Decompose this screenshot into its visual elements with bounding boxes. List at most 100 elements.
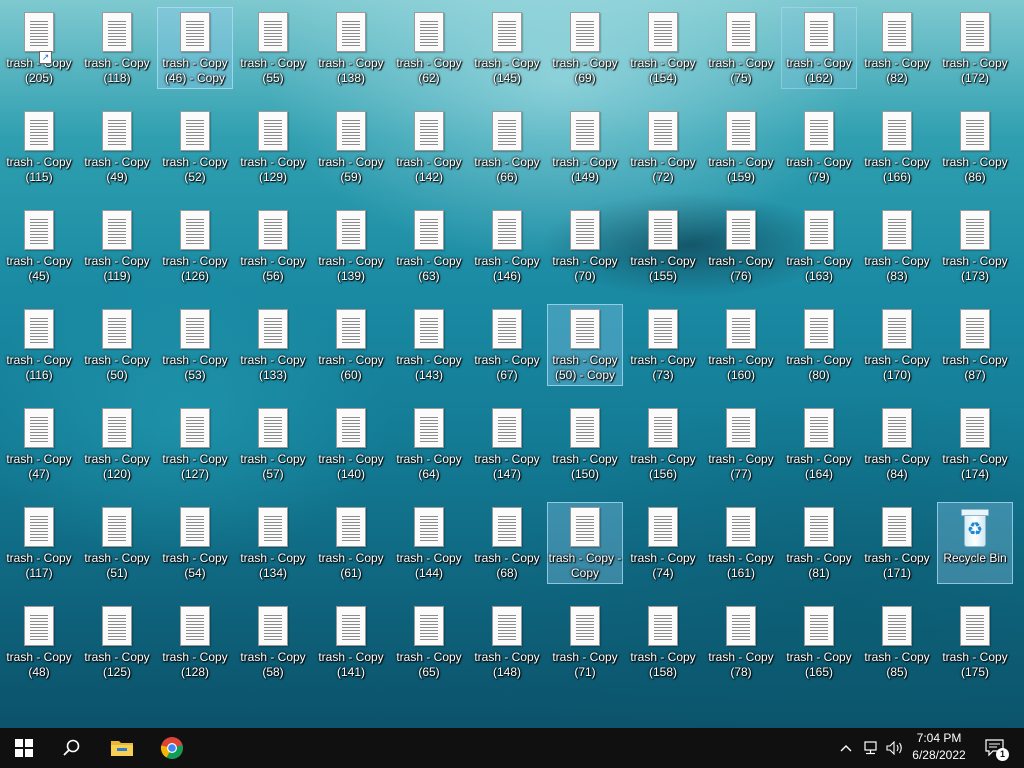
desktop-file-icon[interactable]: trash - Copy (62) bbox=[391, 7, 467, 89]
desktop-file-icon[interactable]: trash - Copy (162) bbox=[781, 7, 857, 89]
desktop-file-icon[interactable]: trash - Copy (66) bbox=[469, 106, 545, 188]
desktop-file-icon[interactable]: trash - Copy (155) bbox=[625, 205, 701, 287]
desktop-file-icon[interactable]: trash - Copy (60) bbox=[313, 304, 389, 386]
desktop-file-icon[interactable]: trash - Copy (56) bbox=[235, 205, 311, 287]
desktop-file-icon[interactable]: trash - Copy (160) bbox=[703, 304, 779, 386]
desktop-file-icon[interactable]: trash - Copy (143) bbox=[391, 304, 467, 386]
desktop-file-icon[interactable]: trash - Copy (116) bbox=[1, 304, 77, 386]
desktop-file-icon[interactable]: trash - Copy (138) bbox=[313, 7, 389, 89]
desktop-file-icon[interactable]: trash - Copy (53) bbox=[157, 304, 233, 386]
search-button[interactable] bbox=[48, 728, 96, 768]
desktop-file-icon[interactable]: trash - Copy (76) bbox=[703, 205, 779, 287]
desktop-file-icon[interactable]: trash - Copy (85) bbox=[859, 601, 935, 683]
desktop-file-icon[interactable]: trash - Copy (71) bbox=[547, 601, 623, 683]
desktop-file-icon[interactable]: trash - Copy (149) bbox=[547, 106, 623, 188]
desktop-file-icon[interactable]: trash - Copy (63) bbox=[391, 205, 467, 287]
desktop-file-icon[interactable]: trash - Copy (57) bbox=[235, 403, 311, 485]
desktop-file-icon[interactable]: trash - Copy (117) bbox=[1, 502, 77, 584]
desktop-file-icon[interactable]: trash - Copy (118) bbox=[79, 7, 155, 89]
desktop-file-icon[interactable]: trash - Copy (65) bbox=[391, 601, 467, 683]
desktop-file-icon[interactable]: trash - Copy (52) bbox=[157, 106, 233, 188]
desktop-file-icon[interactable]: trash - Copy (70) bbox=[547, 205, 623, 287]
desktop-file-icon[interactable]: trash - Copy (64) bbox=[391, 403, 467, 485]
desktop-file-icon[interactable]: trash - Copy (142) bbox=[391, 106, 467, 188]
desktop-file-icon[interactable]: trash - Copy (120) bbox=[79, 403, 155, 485]
action-center-button[interactable]: 1 bbox=[978, 728, 1012, 768]
desktop-file-icon[interactable]: trash - Copy (67) bbox=[469, 304, 545, 386]
desktop-file-icon[interactable]: ↗trash - Copy (205) bbox=[1, 7, 77, 89]
desktop-file-icon[interactable]: trash - Copy (156) bbox=[625, 403, 701, 485]
chrome-button[interactable] bbox=[148, 728, 196, 768]
desktop-file-icon[interactable]: trash - Copy (140) bbox=[313, 403, 389, 485]
desktop-file-icon[interactable]: trash - Copy (81) bbox=[781, 502, 857, 584]
desktop-file-icon[interactable]: trash - Copy (61) bbox=[313, 502, 389, 584]
file-explorer-button[interactable] bbox=[98, 728, 146, 768]
desktop-file-icon[interactable]: trash - Copy (51) bbox=[79, 502, 155, 584]
desktop-file-icon[interactable]: trash - Copy (161) bbox=[703, 502, 779, 584]
desktop-file-icon[interactable]: trash - Copy (125) bbox=[79, 601, 155, 683]
desktop-file-icon[interactable]: trash - Copy (134) bbox=[235, 502, 311, 584]
desktop-file-icon[interactable]: trash - Copy (86) bbox=[937, 106, 1013, 188]
desktop-file-icon[interactable]: trash - Copy (127) bbox=[157, 403, 233, 485]
desktop-file-icon[interactable]: trash - Copy (69) bbox=[547, 7, 623, 89]
desktop-file-icon[interactable]: trash - Copy (80) bbox=[781, 304, 857, 386]
desktop-file-icon[interactable]: trash - Copy (87) bbox=[937, 304, 1013, 386]
desktop-file-icon[interactable]: trash - Copy (45) bbox=[1, 205, 77, 287]
desktop-file-icon[interactable]: trash - Copy (50) bbox=[79, 304, 155, 386]
desktop-file-icon[interactable]: trash - Copy (47) bbox=[1, 403, 77, 485]
desktop-file-icon[interactable]: trash - Copy (75) bbox=[703, 7, 779, 89]
desktop-file-icon[interactable]: trash - Copy (49) bbox=[79, 106, 155, 188]
desktop-file-icon[interactable]: trash - Copy (158) bbox=[625, 601, 701, 683]
start-button[interactable] bbox=[0, 728, 48, 768]
desktop-file-icon[interactable]: trash - Copy (133) bbox=[235, 304, 311, 386]
desktop-file-icon[interactable]: trash - Copy - Copy bbox=[547, 502, 623, 584]
desktop-file-icon[interactable]: trash - Copy (77) bbox=[703, 403, 779, 485]
desktop-file-icon[interactable]: trash - Copy (150) bbox=[547, 403, 623, 485]
desktop-file-icon[interactable]: trash - Copy (129) bbox=[235, 106, 311, 188]
desktop-file-icon[interactable]: trash - Copy (115) bbox=[1, 106, 77, 188]
desktop-file-icon[interactable]: trash - Copy (126) bbox=[157, 205, 233, 287]
desktop-file-icon[interactable]: trash - Copy (82) bbox=[859, 7, 935, 89]
desktop-file-icon[interactable]: trash - Copy (144) bbox=[391, 502, 467, 584]
desktop-file-icon[interactable]: trash - Copy (48) bbox=[1, 601, 77, 683]
desktop-file-icon[interactable]: trash - Copy (119) bbox=[79, 205, 155, 287]
network-button[interactable] bbox=[860, 728, 884, 768]
desktop-file-icon[interactable]: trash - Copy (128) bbox=[157, 601, 233, 683]
desktop-file-icon[interactable]: trash - Copy (54) bbox=[157, 502, 233, 584]
desktop-file-icon[interactable]: trash - Copy (159) bbox=[703, 106, 779, 188]
desktop-file-icon[interactable]: trash - Copy (172) bbox=[937, 7, 1013, 89]
desktop-file-icon[interactable]: trash - Copy (166) bbox=[859, 106, 935, 188]
desktop-file-icon[interactable]: trash - Copy (139) bbox=[313, 205, 389, 287]
desktop-file-icon[interactable]: trash - Copy (163) bbox=[781, 205, 857, 287]
desktop-file-icon[interactable]: trash - Copy (78) bbox=[703, 601, 779, 683]
desktop-file-icon[interactable]: trash - Copy (174) bbox=[937, 403, 1013, 485]
volume-button[interactable] bbox=[884, 728, 906, 768]
desktop-file-icon[interactable]: trash - Copy (175) bbox=[937, 601, 1013, 683]
show-hidden-icons-button[interactable] bbox=[836, 728, 856, 768]
desktop-file-icon[interactable]: trash - Copy (173) bbox=[937, 205, 1013, 287]
desktop-file-icon[interactable]: trash - Copy (55) bbox=[235, 7, 311, 89]
desktop-file-icon[interactable]: trash - Copy (58) bbox=[235, 601, 311, 683]
desktop-file-icon[interactable]: trash - Copy (165) bbox=[781, 601, 857, 683]
desktop-file-icon[interactable]: trash - Copy (79) bbox=[781, 106, 857, 188]
desktop-file-icon[interactable]: trash - Copy (74) bbox=[625, 502, 701, 584]
desktop-file-icon[interactable]: trash - Copy (145) bbox=[469, 7, 545, 89]
desktop-file-icon[interactable]: trash - Copy (46) - Copy bbox=[157, 7, 233, 89]
desktop-file-icon[interactable]: trash - Copy (164) bbox=[781, 403, 857, 485]
recycle-bin-icon-item[interactable]: ♻ Recycle Bin bbox=[937, 502, 1013, 584]
desktop-file-icon[interactable]: trash - Copy (141) bbox=[313, 601, 389, 683]
desktop-file-icon[interactable]: trash - Copy (148) bbox=[469, 601, 545, 683]
desktop-file-icon[interactable]: trash - Copy (154) bbox=[625, 7, 701, 89]
desktop-file-icon[interactable]: trash - Copy (146) bbox=[469, 205, 545, 287]
desktop-file-icon[interactable]: trash - Copy (59) bbox=[313, 106, 389, 188]
desktop-file-icon[interactable]: trash - Copy (68) bbox=[469, 502, 545, 584]
desktop-file-icon[interactable]: trash - Copy (171) bbox=[859, 502, 935, 584]
desktop-file-icon[interactable]: trash - Copy (84) bbox=[859, 403, 935, 485]
desktop-file-icon[interactable]: trash - Copy (50) - Copy bbox=[547, 304, 623, 386]
desktop-file-icon[interactable]: trash - Copy (72) bbox=[625, 106, 701, 188]
desktop-file-icon[interactable]: trash - Copy (170) bbox=[859, 304, 935, 386]
desktop-file-icon[interactable]: trash - Copy (83) bbox=[859, 205, 935, 287]
desktop-file-icon[interactable]: trash - Copy (147) bbox=[469, 403, 545, 485]
clock[interactable]: 7:04 PM 6/28/2022 bbox=[906, 730, 972, 766]
desktop-file-icon[interactable]: trash - Copy (73) bbox=[625, 304, 701, 386]
